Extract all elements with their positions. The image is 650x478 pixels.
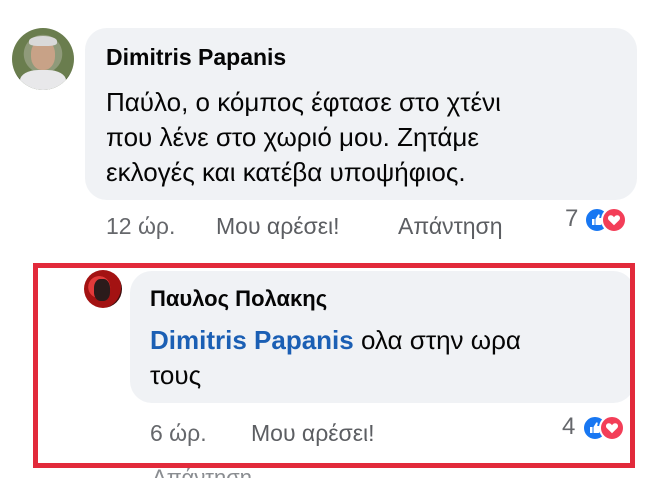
- comment-text-line: εκλογές και κατέβα υποψήφιος.: [106, 157, 466, 187]
- comment-time[interactable]: 12 ώρ.: [106, 213, 175, 240]
- comment-text-line: που λένε στο χωριό μου. Ζητάμε: [106, 122, 479, 152]
- comment-author[interactable]: Dimitris Papanis: [106, 44, 286, 71]
- avatar-hair: [29, 36, 57, 46]
- commenter-avatar[interactable]: [12, 28, 74, 90]
- like-button[interactable]: Μου αρέσει!: [216, 213, 340, 240]
- avatar-shirt: [20, 70, 66, 90]
- reply-button[interactable]: Απάντηση: [398, 213, 503, 240]
- highlight-box: [33, 263, 635, 468]
- comment-text-line: Παύλο, ο κόμπος έφτασε στο χτένι: [106, 87, 501, 117]
- reaction-summary[interactable]: 7: [565, 205, 645, 233]
- love-icon: [601, 207, 627, 233]
- reaction-count: 7: [565, 205, 579, 232]
- comment-actions: 12 ώρ. Μου αρέσει! Απάντηση: [0, 213, 650, 243]
- comment-text: Παύλο, ο κόμπος έφτασε στο χτένι που λέν…: [106, 85, 501, 190]
